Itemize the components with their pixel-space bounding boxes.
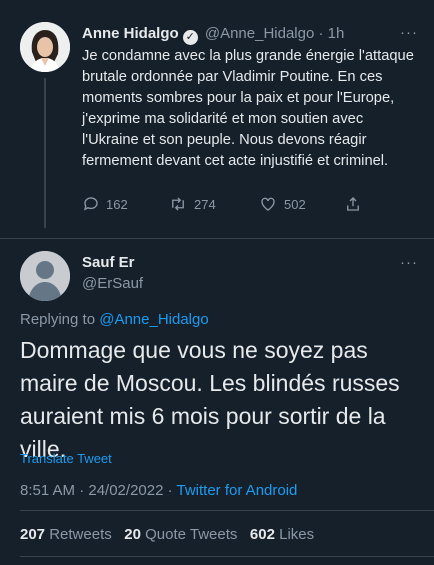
quote-tweets-stat[interactable]: 20 Quote Tweets [124,526,237,543]
retweets-label: Retweets [49,526,112,543]
avatar-anne-hidalgo[interactable] [20,22,70,72]
reply-more-icon[interactable]: ··· [400,254,418,271]
tweet-timestamp[interactable]: 8:51 AM · 24/02/2022 · [20,482,177,499]
reply-author-name[interactable]: Sauf Er [82,254,135,271]
parent-author-name[interactable]: Anne Hidalgo [82,25,179,42]
likes-stat[interactable]: 602 Likes [250,526,314,543]
parent-tweet-text: Je condamne avec la plus grande énergie … [82,48,414,169]
tweet-metadata: 8:51 AM · 24/02/2022 · Twitter for Andro… [20,482,297,499]
reply-count: 162 [106,196,128,212]
reply-button[interactable]: 162 [82,195,128,213]
stats-divider-top [20,510,434,511]
like-icon [261,197,275,211]
replying-to-link[interactable]: @Anne_Hidalgo [99,311,208,328]
stats-divider-bottom [20,556,434,557]
reply-icon [83,197,98,211]
replying-prefix: Replying to [20,311,96,328]
quote-tweets-label: Quote Tweets [145,526,238,543]
like-count: 502 [284,196,306,212]
thread-connector-line [44,78,46,228]
like-button[interactable]: 502 [258,195,306,213]
reply-author-handle[interactable]: @ErSauf [82,275,143,292]
engagement-stats: 207 Retweets 20 Quote Tweets 602 Likes [20,526,314,543]
replying-to-line: Replying to @Anne_Hidalgo [20,311,209,328]
likes-label: Likes [279,526,315,543]
retweets-count: 207 [20,526,46,543]
retweet-button[interactable]: 274 [168,195,216,213]
tweet-divider [0,238,434,239]
likes-count: 602 [249,526,275,543]
retweet-count: 274 [194,196,216,212]
share-icon [347,197,359,211]
parent-separator: · [318,25,324,42]
retweets-stat[interactable]: 207 Retweets [20,526,112,543]
retweet-icon [172,197,184,211]
parent-tweet-header: Anne Hidalgo ✓ @Anne_Hidalgo · 1h [82,25,344,45]
parent-time[interactable]: 1h [328,25,345,42]
parent-more-icon[interactable]: ··· [400,24,418,41]
share-button[interactable] [344,195,368,213]
reply-tweet-text: Dommage que vous ne soyez pas maire de M… [20,337,400,462]
translate-tweet-link[interactable]: Translate Tweet [20,451,112,466]
verified-badge-icon: ✓ [182,30,198,45]
default-avatar-icon [20,251,70,301]
parent-author-handle[interactable]: @Anne_Hidalgo [205,25,314,42]
parent-tweet-actions: 162 274 502 [82,195,382,217]
tweet-source-link[interactable]: Twitter for Android [177,482,298,499]
avatar-sauf-er[interactable] [20,251,70,301]
profile-photo-icon [20,22,70,72]
quote-tweets-count: 20 [124,526,141,543]
